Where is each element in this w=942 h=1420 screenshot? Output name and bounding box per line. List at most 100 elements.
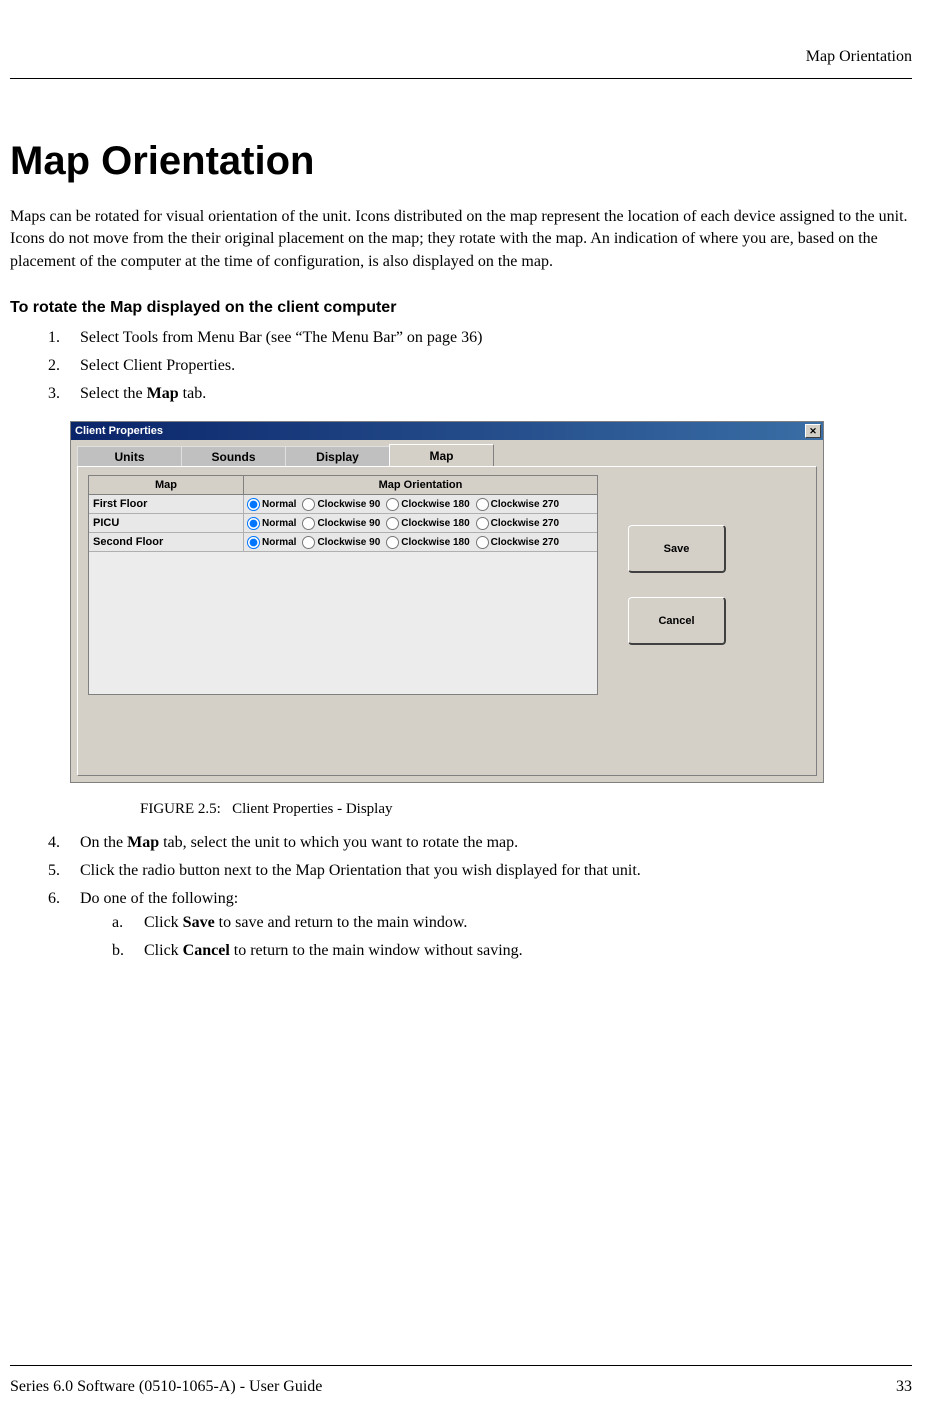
- window-title: Client Properties: [75, 425, 163, 437]
- step-text-post: tab, select the unit to which you want t…: [159, 834, 518, 851]
- substep-list: a. Click Save to save and return to the …: [80, 914, 912, 960]
- step-number: 1.: [48, 329, 60, 347]
- table-row[interactable]: PICU Normal Clockwise 90 Clockwise 180 C…: [89, 514, 597, 533]
- save-button[interactable]: Save: [628, 525, 726, 573]
- step-4: 4. On the Map tab, select the unit to wh…: [48, 834, 912, 852]
- tab-units[interactable]: Units: [77, 446, 182, 466]
- footer-left: Series 6.0 Software (0510-1065-A) - User…: [10, 1378, 322, 1396]
- button-column: Save Cancel: [628, 475, 726, 763]
- cancel-button[interactable]: Cancel: [628, 597, 726, 645]
- substep-text-bold: Save: [183, 914, 215, 931]
- orientation-cell: Normal Clockwise 90 Clockwise 180 Clockw…: [244, 534, 597, 551]
- radio-cw90[interactable]: Clockwise 90: [302, 517, 380, 530]
- radio-normal[interactable]: Normal: [247, 498, 296, 511]
- radio-cw180[interactable]: Clockwise 180: [386, 498, 469, 511]
- radio-input[interactable]: [476, 536, 489, 549]
- figure: Client Properties ✕ Units Sounds Display…: [70, 421, 912, 818]
- step-3: 3. Select the Map tab.: [48, 385, 912, 403]
- step-text: Do one of the following:: [80, 890, 238, 907]
- radio-input[interactable]: [302, 517, 315, 530]
- close-icon[interactable]: ✕: [805, 424, 821, 438]
- step-6: 6. Do one of the following: a. Click Sav…: [48, 890, 912, 960]
- running-header-text: Map Orientation: [806, 48, 912, 65]
- radio-input[interactable]: [386, 498, 399, 511]
- radio-input[interactable]: [476, 498, 489, 511]
- radio-cw270[interactable]: Clockwise 270: [476, 536, 559, 549]
- orientation-cell: Normal Clockwise 90 Clockwise 180 Clockw…: [244, 496, 597, 513]
- radio-input[interactable]: [247, 517, 260, 530]
- procedure-heading: To rotate the Map displayed on the clien…: [10, 299, 912, 317]
- radio-normal[interactable]: Normal: [247, 517, 296, 530]
- step-number: 3.: [48, 385, 60, 403]
- radio-cw270[interactable]: Clockwise 270: [476, 517, 559, 530]
- step-text-bold: Map: [127, 834, 159, 851]
- radio-input[interactable]: [302, 498, 315, 511]
- radio-cw180[interactable]: Clockwise 180: [386, 517, 469, 530]
- substep-letter: a.: [112, 914, 123, 932]
- tab-display[interactable]: Display: [285, 446, 390, 466]
- orientation-cell: Normal Clockwise 90 Clockwise 180 Clockw…: [244, 515, 597, 532]
- map-table: Map Map Orientation First Floor Normal C…: [88, 475, 598, 695]
- footer-row: Series 6.0 Software (0510-1065-A) - User…: [10, 1378, 912, 1396]
- table-row[interactable]: Second Floor Normal Clockwise 90 Clockwi…: [89, 533, 597, 552]
- step-text: Click the radio button next to the Map O…: [80, 862, 641, 879]
- tab-panel: Map Map Orientation First Floor Normal C…: [77, 466, 817, 776]
- radio-cw180[interactable]: Clockwise 180: [386, 536, 469, 549]
- map-name-cell: PICU: [89, 514, 244, 532]
- radio-input[interactable]: [247, 536, 260, 549]
- page-content: Map Orientation Maps can be rotated for …: [10, 79, 912, 960]
- step-text: Select Client Properties.: [80, 357, 235, 374]
- table-header: Map Map Orientation: [89, 476, 597, 495]
- column-header-map: Map: [89, 476, 244, 494]
- step-text: Select Tools from Menu Bar (see “The Men…: [80, 329, 482, 346]
- step-1: 1. Select Tools from Menu Bar (see “The …: [48, 329, 912, 347]
- step-number: 4.: [48, 834, 60, 852]
- substep-text-pre: Click: [144, 914, 183, 931]
- radio-normal[interactable]: Normal: [247, 536, 296, 549]
- radio-input[interactable]: [247, 498, 260, 511]
- substep-text-bold: Cancel: [183, 942, 230, 959]
- radio-cw270[interactable]: Clockwise 270: [476, 498, 559, 511]
- step-text-pre: Select the: [80, 385, 147, 402]
- substep-text-post: to save and return to the main window.: [215, 914, 468, 931]
- step-text-pre: On the: [80, 834, 127, 851]
- step-number: 2.: [48, 357, 60, 375]
- intro-paragraph: Maps can be rotated for visual orientati…: [10, 206, 912, 273]
- tabs-row: Units Sounds Display Map: [71, 440, 823, 466]
- map-name-cell: Second Floor: [89, 533, 244, 551]
- client-properties-window: Client Properties ✕ Units Sounds Display…: [70, 421, 824, 783]
- substep-text-post: to return to the main window without sav…: [230, 942, 523, 959]
- step-number: 6.: [48, 890, 60, 908]
- step-list: 1. Select Tools from Menu Bar (see “The …: [10, 329, 912, 403]
- step-list-continued: 4. On the Map tab, select the unit to wh…: [10, 834, 912, 960]
- radio-input[interactable]: [386, 536, 399, 549]
- tab-map[interactable]: Map: [389, 444, 494, 466]
- titlebar: Client Properties ✕: [71, 422, 823, 440]
- figure-label: FIGURE 2.5:: [140, 801, 221, 817]
- page-title: Map Orientation: [10, 139, 912, 184]
- step-2: 2. Select Client Properties.: [48, 357, 912, 375]
- tab-sounds[interactable]: Sounds: [181, 446, 286, 466]
- radio-cw90[interactable]: Clockwise 90: [302, 536, 380, 549]
- substep-text-pre: Click: [144, 942, 183, 959]
- footer-page-number: 33: [896, 1378, 912, 1396]
- substep-b: b. Click Cancel to return to the main wi…: [112, 942, 912, 960]
- step-text-bold: Map: [147, 385, 179, 402]
- substep-a: a. Click Save to save and return to the …: [112, 914, 912, 932]
- substep-letter: b.: [112, 942, 124, 960]
- step-text-post: tab.: [179, 385, 207, 402]
- column-header-orientation: Map Orientation: [244, 476, 597, 494]
- map-name-cell: First Floor: [89, 495, 244, 513]
- radio-input[interactable]: [476, 517, 489, 530]
- figure-caption: FIGURE 2.5: Client Properties - Display: [140, 801, 912, 818]
- radio-input[interactable]: [302, 536, 315, 549]
- step-number: 5.: [48, 862, 60, 880]
- page-footer: Series 6.0 Software (0510-1065-A) - User…: [10, 1365, 912, 1396]
- radio-cw90[interactable]: Clockwise 90: [302, 498, 380, 511]
- footer-rule: [10, 1365, 912, 1366]
- step-5: 5. Click the radio button next to the Ma…: [48, 862, 912, 880]
- table-row[interactable]: First Floor Normal Clockwise 90 Clockwis…: [89, 495, 597, 514]
- radio-input[interactable]: [386, 517, 399, 530]
- running-header: Map Orientation: [10, 0, 912, 66]
- figure-caption-text: Client Properties - Display: [232, 801, 392, 817]
